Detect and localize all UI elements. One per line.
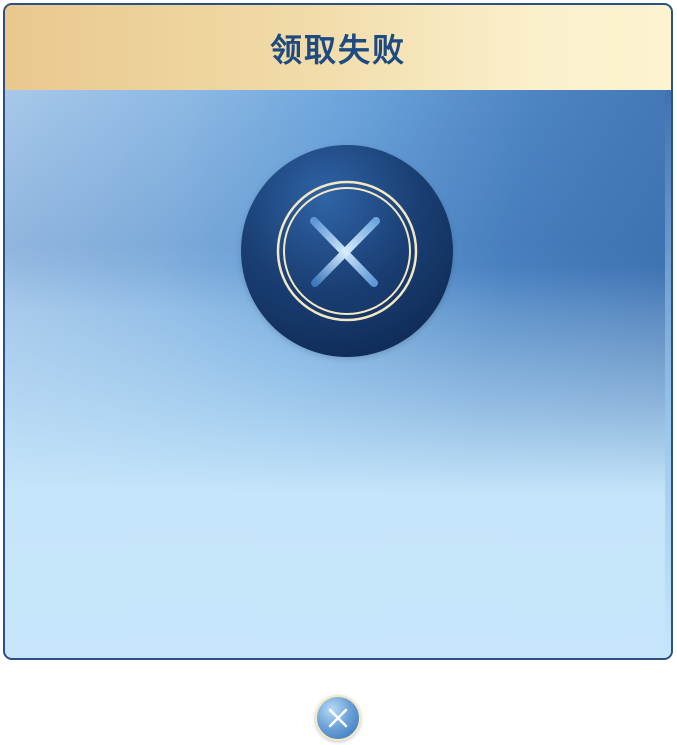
close-icon	[328, 708, 348, 728]
dialog-edge-highlight	[665, 90, 671, 658]
error-x-icon	[241, 145, 453, 357]
close-button[interactable]	[315, 695, 361, 741]
failure-dialog: 领取失败	[3, 3, 673, 660]
dialog-header: 领取失败	[5, 5, 671, 90]
dialog-title: 领取失败	[269, 30, 406, 69]
